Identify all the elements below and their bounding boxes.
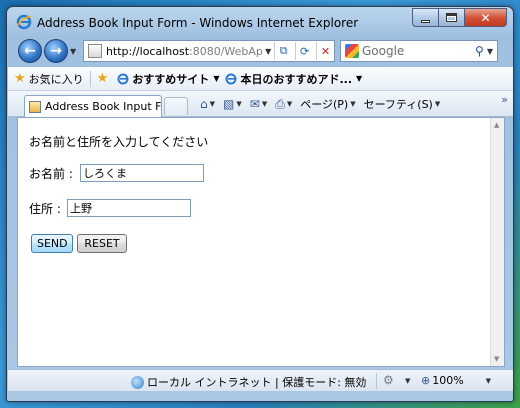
favorites-separator xyxy=(89,70,91,87)
favorites-star-icon: ★ xyxy=(14,71,26,86)
compatibility-icon: ⧉ xyxy=(279,44,288,57)
page-icon xyxy=(88,44,102,58)
name-field[interactable] xyxy=(80,164,204,182)
title-bar: Address Book Input Form - Windows Intern… xyxy=(7,7,513,37)
security-zone[interactable]: ローカル イントラネット | 保護モード: 無効 xyxy=(131,374,366,390)
send-button[interactable]: SEND xyxy=(31,234,73,253)
tab-page-icon xyxy=(29,100,41,113)
tab-address-book[interactable]: Address Book Input F... xyxy=(24,95,162,117)
zoom-dropdown-icon: ▼ xyxy=(485,376,492,385)
daily-picks-label: 本日のおすすめアド... xyxy=(240,72,353,86)
page-menu-dropdown-icon[interactable]: ▼ xyxy=(350,100,355,108)
add-to-favorites-bar-button[interactable]: ★ xyxy=(97,71,112,86)
close-button[interactable]: ✕ xyxy=(464,8,507,27)
zoom-level: 100% xyxy=(432,374,464,387)
stop-button[interactable]: ✕ xyxy=(316,42,334,60)
page-menu[interactable]: ページ(P) xyxy=(300,96,348,112)
address-field[interactable] xyxy=(67,199,191,217)
more-commands-chevron-icon[interactable]: » xyxy=(501,93,508,106)
refresh-button[interactable]: ⟳ xyxy=(295,42,313,60)
form-prompt: お名前と住所を入力してください xyxy=(29,135,209,149)
minimize-button[interactable] xyxy=(412,8,438,27)
vertical-scrollbar[interactable]: ▲ ▼ xyxy=(490,118,504,366)
ie-page-icon xyxy=(225,73,237,84)
address-url-path: :8080/WebApplic xyxy=(189,44,263,58)
compatibility-view-button[interactable]: ⧉ xyxy=(274,42,292,60)
zoom-control[interactable]: ⊕ 100% ▼ xyxy=(421,374,491,387)
feeds-dropdown-icon[interactable]: ▼ xyxy=(236,100,241,108)
minimize-icon xyxy=(421,19,430,23)
status-bar: ローカル イントラネット | 保護モード: 無効 ⚙ ▼ ⊕ 100% ▼ xyxy=(8,369,513,391)
favorites-bar: ★ お気に入り ★ おすすめサイト ▼ 本日のおすすめアド... ▼ xyxy=(8,67,513,91)
address-label: 住所 : xyxy=(29,202,61,216)
suggested-sites-dropdown-icon: ▼ xyxy=(213,74,220,83)
feeds-icon[interactable]: ▧ xyxy=(223,97,234,111)
zoom-icon: ⊕ xyxy=(421,374,431,387)
ie-page-icon xyxy=(117,73,129,84)
reset-button[interactable]: RESET xyxy=(77,234,127,253)
daily-picks-dropdown-icon: ▼ xyxy=(356,74,363,83)
page-content: お名前と住所を入力してください お名前 : 住所 : SEND RESET ▲ … xyxy=(17,117,505,367)
forward-button[interactable]: → xyxy=(44,39,68,63)
safety-menu-dropdown-icon[interactable]: ▼ xyxy=(435,100,440,108)
recent-pages-dropdown[interactable]: ▼ xyxy=(70,47,76,56)
suggested-sites-label: おすすめサイト xyxy=(132,72,210,86)
browser-window: Address Book Input Form - Windows Intern… xyxy=(6,6,514,402)
favorites-label: お気に入り xyxy=(28,72,84,86)
back-button[interactable]: ← xyxy=(18,39,42,63)
maximize-button[interactable] xyxy=(438,8,464,27)
command-icons: ⌂ ▼ ▧ ▼ ✉ ▼ ⎙ ▼ ページ(P) ▼ セーフティ(S) ▼ xyxy=(200,96,448,112)
command-bar: Address Book Input F... ⌂ ▼ ▧ ▼ ✉ ▼ ⎙ ▼ ページ(… xyxy=(8,91,513,117)
tab-label: Address Book Input F... xyxy=(45,100,162,113)
search-box[interactable]: Google ⚲ ▼ xyxy=(340,40,498,62)
print-dropdown-icon[interactable]: ▼ xyxy=(287,100,292,108)
window-title: Address Book Input Form - Windows Intern… xyxy=(37,16,359,30)
address-url[interactable]: http://localhost:8080/WebApplic xyxy=(106,45,263,58)
protected-mode-icon[interactable]: ⚙ xyxy=(383,373,394,387)
ie-logo-icon xyxy=(16,14,32,30)
navigation-bar: ← → ▼ http://localhost:8080/WebApplic ▼ … xyxy=(7,37,513,67)
scroll-up-icon[interactable]: ▲ xyxy=(494,121,499,129)
home-icon[interactable]: ⌂ xyxy=(200,97,208,111)
maximize-icon xyxy=(446,13,457,22)
mail-icon[interactable]: ✉ xyxy=(250,97,260,111)
home-dropdown-icon[interactable]: ▼ xyxy=(210,100,215,108)
stop-icon: ✕ xyxy=(320,44,331,58)
suggested-sites-link[interactable]: おすすめサイト ▼ xyxy=(117,71,219,87)
new-tab-button[interactable] xyxy=(164,97,188,115)
add-favorite-star-icon: ★ xyxy=(96,71,109,86)
refresh-icon: ⟳ xyxy=(300,44,310,58)
address-dropdown-icon[interactable]: ▼ xyxy=(265,47,271,56)
mail-dropdown-icon[interactable]: ▼ xyxy=(262,100,267,108)
intranet-globe-icon xyxy=(131,375,144,389)
status-separator xyxy=(376,373,377,389)
scroll-down-icon[interactable]: ▼ xyxy=(494,355,499,363)
search-icon[interactable]: ⚲ xyxy=(475,44,484,58)
protected-mode-dropdown-icon[interactable]: ▼ xyxy=(405,377,410,385)
daily-picks-link[interactable]: 本日のおすすめアド... ▼ xyxy=(225,71,362,87)
safety-menu[interactable]: セーフティ(S) xyxy=(364,96,433,112)
close-icon: ✕ xyxy=(480,10,491,25)
name-label: お名前 : xyxy=(29,167,73,181)
address-url-host: http://localhost xyxy=(105,44,190,58)
google-icon xyxy=(345,44,359,58)
caption-buttons: ✕ xyxy=(412,8,507,27)
favorites-button[interactable]: ★ お気に入り xyxy=(14,71,84,87)
search-input[interactable]: Google xyxy=(362,44,475,58)
forward-arrow-icon: → xyxy=(50,43,62,59)
search-options-dropdown[interactable]: ▼ xyxy=(487,47,493,56)
back-arrow-icon: ← xyxy=(24,43,36,59)
security-zone-label: ローカル イントラネット | 保護モード: 無効 xyxy=(147,376,367,389)
address-bar[interactable]: http://localhost:8080/WebApplic ▼ ⧉ ⟳ ✕ xyxy=(83,40,335,62)
print-icon[interactable]: ⎙ xyxy=(275,97,285,112)
